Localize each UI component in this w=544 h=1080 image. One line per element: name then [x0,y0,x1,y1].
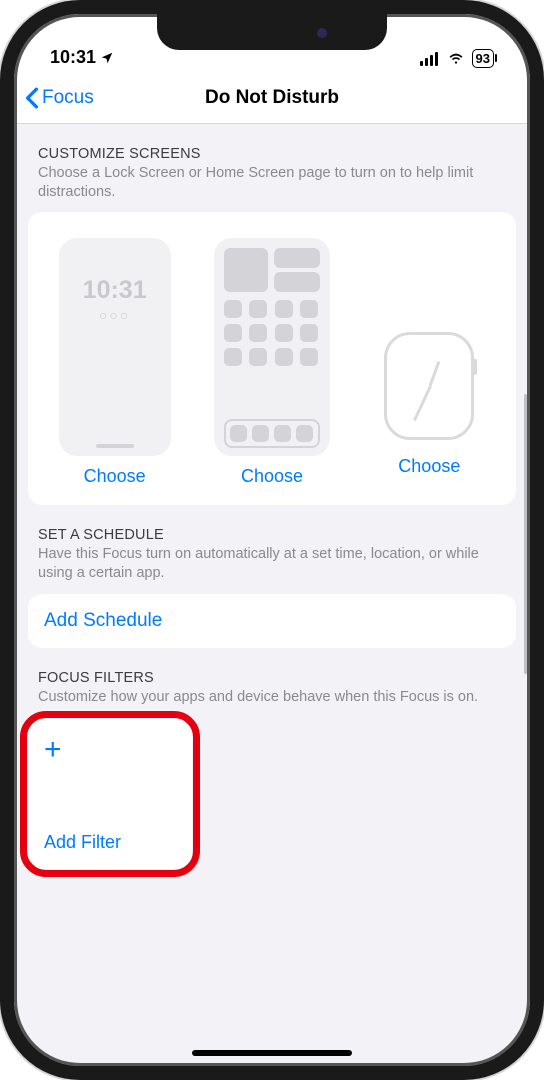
focus-filters-title: FOCUS FILTERS [38,670,506,686]
watch-face-option[interactable]: Choose [357,238,502,487]
customize-screens-card: 10:31 ○○○ Choose [28,212,516,505]
customize-screens-title: CUSTOMIZE SCREENS [38,146,506,162]
lock-screen-dots: ○○○ [99,307,130,323]
choose-watch-face-label: Choose [398,456,460,477]
chevron-left-icon [24,87,40,109]
add-schedule-button[interactable]: Add Schedule [28,594,516,648]
schedule-header: SET A SCHEDULE Have this Focus turn on a… [28,505,516,587]
back-label: Focus [42,87,94,109]
home-indicator[interactable] [192,1050,352,1056]
home-screen-option[interactable]: Choose [199,238,344,487]
battery-level: 93 [476,51,490,66]
lock-screen-preview: 10:31 ○○○ [59,238,171,456]
status-bar: 10:31 93 [14,14,530,72]
scroll-indicator[interactable] [524,394,527,674]
add-schedule-label: Add Schedule [44,610,162,631]
customize-screens-header: CUSTOMIZE SCREENS Choose a Lock Screen o… [28,124,516,206]
choose-lock-screen-label: Choose [84,466,146,487]
battery-icon: 93 [472,49,494,68]
back-button[interactable]: Focus [24,87,94,109]
add-filter-label: Add Filter [44,832,176,853]
focus-filters-subtitle: Customize how your apps and device behav… [38,688,506,707]
add-filter-button[interactable]: + Add Filter [28,719,192,869]
customize-screens-subtitle: Choose a Lock Screen or Home Screen page… [38,164,506,202]
nav-bar: Focus Do Not Disturb [14,72,530,124]
lock-screen-option[interactable]: 10:31 ○○○ Choose [42,238,187,487]
cellular-icon [420,52,440,66]
schedule-subtitle: Have this Focus turn on automatically at… [38,545,506,583]
wifi-icon [446,52,466,66]
location-icon [100,51,114,65]
lock-screen-time: 10:31 [83,276,147,305]
schedule-title: SET A SCHEDULE [38,527,506,543]
watch-face-preview [379,326,479,446]
plus-icon: + [44,735,176,765]
choose-home-screen-label: Choose [241,466,303,487]
home-screen-preview [214,238,330,456]
focus-filters-header: FOCUS FILTERS Customize how your apps an… [28,648,516,711]
status-time: 10:31 [50,47,96,68]
